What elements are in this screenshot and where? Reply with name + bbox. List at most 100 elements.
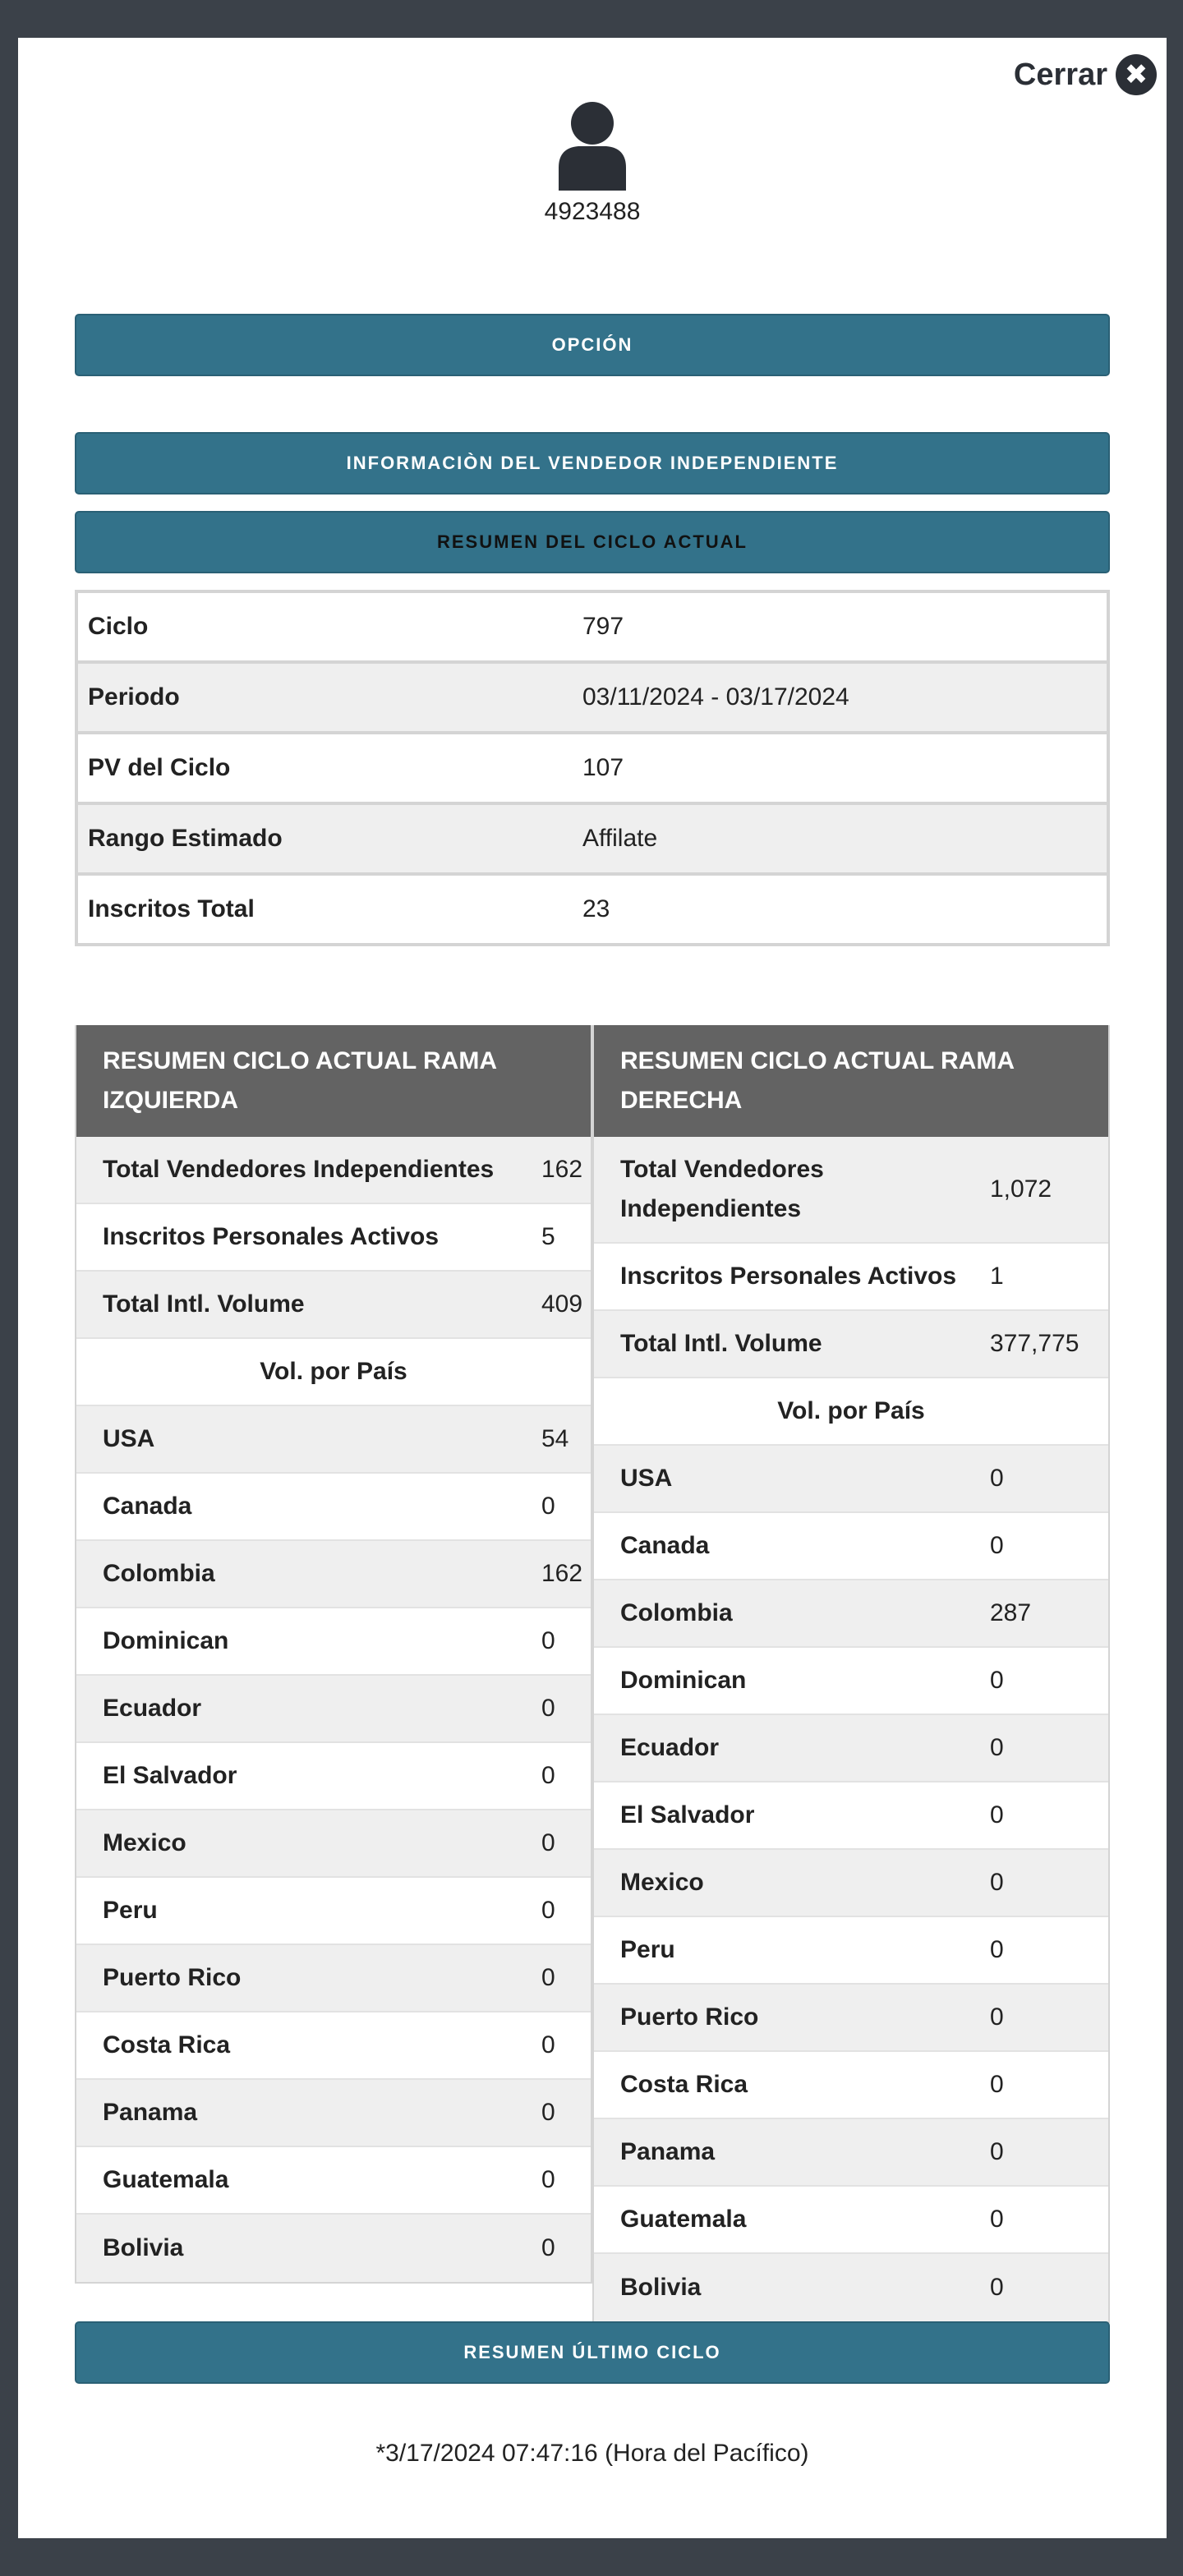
- summary-label: Inscritos Total: [88, 895, 255, 922]
- branch-stat-row: Total Vendedores Independientes 162: [76, 1137, 591, 1204]
- country-label: Dominican: [103, 1627, 229, 1654]
- country-value: 0: [541, 2166, 555, 2193]
- right-branch-title: RESUMEN CICLO ACTUAL RAMA DERECHA: [594, 1025, 1108, 1137]
- stat-label: Total Vendedores Independientes: [620, 1156, 824, 1222]
- country-label: Ecuador: [103, 1695, 202, 1722]
- country-value: 162: [541, 1560, 583, 1587]
- summary-label: Rango Estimado: [88, 825, 283, 852]
- summary-row: Periodo 03/11/2024 - 03/17/2024: [78, 664, 1107, 734]
- branch-stat-row: Total Vendedores Independientes 1,072: [594, 1137, 1108, 1244]
- summary-label: PV del Ciclo: [88, 754, 231, 781]
- country-value: 0: [990, 2274, 1004, 2301]
- country-value: 0: [541, 2099, 555, 2126]
- country-row: Peru 0: [594, 1917, 1108, 1985]
- country-label: Costa Rica: [620, 2071, 748, 2098]
- stat-label: Total Intl. Volume: [620, 1330, 822, 1357]
- stat-value: 1: [990, 1263, 1004, 1290]
- timestamp-note: *3/17/2024 07:47:16 (Hora del Pacífico): [375, 2440, 809, 2467]
- country-label: Bolivia: [103, 2234, 184, 2261]
- country-row: Costa Rica 0: [76, 2012, 591, 2080]
- country-label: El Salvador: [620, 1801, 755, 1828]
- close-label: Cerrar: [1013, 57, 1107, 92]
- country-row: Ecuador 0: [594, 1715, 1108, 1782]
- country-row: Peru 0: [76, 1878, 591, 1945]
- country-row: Colombia 287: [594, 1580, 1108, 1648]
- summary-value: 23: [582, 895, 610, 922]
- summary-label: Periodo: [88, 683, 180, 711]
- stat-value: 377,775: [990, 1330, 1079, 1357]
- country-value: 0: [541, 2031, 555, 2058]
- country-row: Bolivia 0: [594, 2254, 1108, 2321]
- stat-label: Total Vendedores Independientes: [103, 1156, 495, 1183]
- stat-value: 5: [541, 1223, 555, 1250]
- country-row: Panama 0: [594, 2119, 1108, 2187]
- user-id: 4923488: [544, 198, 641, 225]
- summary-row: Inscritos Total 23: [78, 876, 1107, 943]
- country-value: 0: [541, 1829, 555, 1856]
- country-label: Puerto Rico: [620, 2003, 759, 2031]
- country-value: 0: [541, 1493, 555, 1520]
- country-label: Panama: [620, 2138, 716, 2165]
- option-button[interactable]: OPCIÓN: [75, 314, 1110, 376]
- country-row: El Salvador 0: [76, 1743, 591, 1810]
- country-label: Mexico: [620, 1869, 704, 1896]
- country-label: Guatemala: [620, 2206, 747, 2233]
- country-label: Ecuador: [620, 1734, 720, 1761]
- country-value: 0: [990, 1734, 1004, 1761]
- country-row: Puerto Rico 0: [76, 1945, 591, 2012]
- country-value: 0: [541, 1897, 555, 1924]
- user-avatar-icon: [559, 102, 626, 191]
- stat-label: Inscritos Personales Activos: [103, 1223, 440, 1250]
- country-value: 0: [990, 2071, 1004, 2098]
- country-label: Canada: [103, 1493, 192, 1520]
- country-label: Peru: [103, 1897, 158, 1924]
- user-header: 4923488: [18, 100, 1167, 226]
- country-row: Guatemala 0: [76, 2147, 591, 2215]
- country-label: USA: [620, 1465, 673, 1492]
- country-row: Canada 0: [594, 1513, 1108, 1580]
- vendor-info-button[interactable]: INFORMACIÒN DEL VENDEDOR INDEPENDIENTE: [75, 432, 1110, 494]
- country-value: 54: [541, 1425, 569, 1452]
- country-value: 0: [990, 2003, 1004, 2031]
- country-value: 0: [541, 1695, 555, 1722]
- country-label: El Salvador: [103, 1762, 237, 1789]
- country-row: Panama 0: [76, 2080, 591, 2147]
- country-value: 0: [990, 1869, 1004, 1896]
- branch-stat-row: Total Intl. Volume 377,775: [594, 1311, 1108, 1378]
- country-label: Dominican: [620, 1667, 747, 1694]
- country-value: 0: [990, 1465, 1004, 1492]
- stat-value: 162: [541, 1156, 583, 1183]
- country-label: Colombia: [103, 1560, 215, 1587]
- country-row: USA 0: [594, 1446, 1108, 1513]
- country-label: USA: [103, 1425, 155, 1452]
- country-row: El Salvador 0: [594, 1782, 1108, 1850]
- summary-label: Ciclo: [88, 613, 149, 640]
- stat-label: Total Intl. Volume: [103, 1290, 305, 1318]
- stat-value: 409: [541, 1290, 583, 1318]
- last-cycle-button[interactable]: RESUMEN ÚLTIMO CICLO: [75, 2321, 1110, 2384]
- cycle-summary-table: Ciclo 797 Periodo 03/11/2024 - 03/17/202…: [75, 590, 1110, 946]
- country-label: Bolivia: [620, 2274, 702, 2301]
- country-value: 0: [990, 1667, 1004, 1694]
- branch-stat-row: Total Intl. Volume 409: [76, 1272, 591, 1339]
- x-circle-icon: ✖: [1116, 54, 1157, 95]
- country-label: Canada: [620, 1532, 710, 1559]
- country-value: 0: [990, 2138, 1004, 2165]
- branch-stat-row: Inscritos Personales Activos 5: [76, 1204, 591, 1272]
- stat-value: 1,072: [990, 1175, 1052, 1203]
- country-row: Mexico 0: [76, 1810, 591, 1878]
- country-header: Vol. por País: [260, 1358, 407, 1385]
- summary-value: 03/11/2024 - 03/17/2024: [582, 683, 849, 711]
- country-label: Guatemala: [103, 2166, 229, 2193]
- close-button[interactable]: Cerrar ✖: [1014, 54, 1157, 95]
- country-label: Peru: [620, 1936, 675, 1963]
- country-label: Costa Rica: [103, 2031, 231, 2058]
- right-branch-table: RESUMEN CICLO ACTUAL RAMA DERECHA Total …: [592, 1025, 1110, 2323]
- country-header: Vol. por País: [777, 1397, 925, 1424]
- summary-value: Affilate: [582, 825, 658, 852]
- country-row: USA 54: [76, 1406, 591, 1474]
- country-row: Canada 0: [76, 1474, 591, 1541]
- page-backdrop: [0, 0, 1183, 38]
- current-cycle-button[interactable]: RESUMEN DEL CICLO ACTUAL: [75, 511, 1110, 573]
- country-value: 0: [541, 1964, 555, 1991]
